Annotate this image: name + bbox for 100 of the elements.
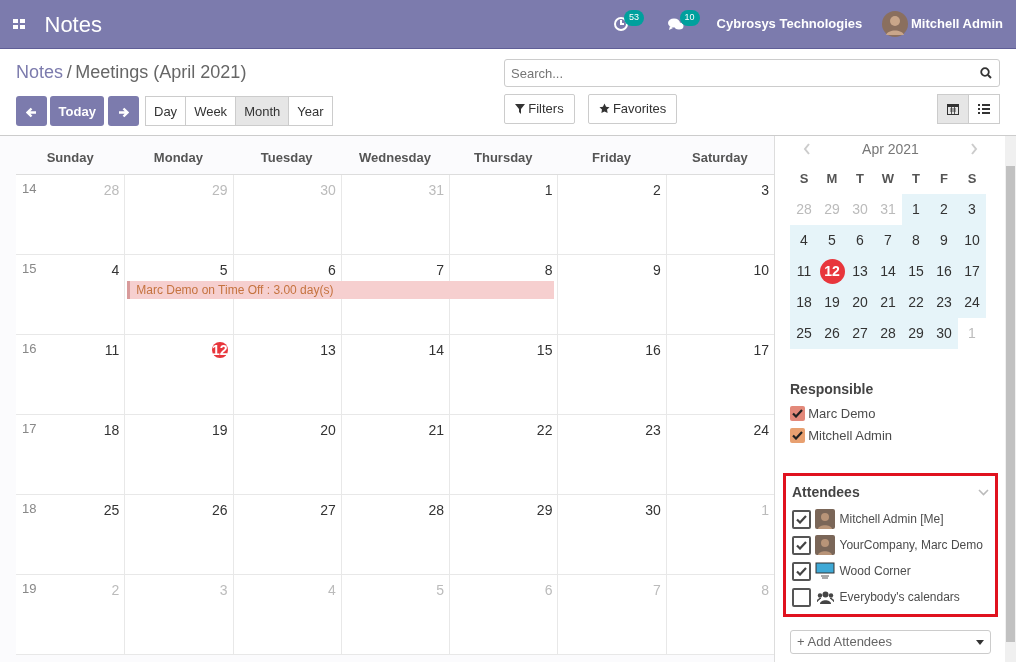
mini-day[interactable]: 27 [846, 317, 874, 349]
day-number: 15 [536, 342, 553, 358]
week-number: 15 [22, 260, 37, 278]
scale-tab[interactable]: Week [185, 96, 237, 127]
color-checkbox[interactable] [790, 406, 805, 422]
day-number: 31 [428, 182, 445, 198]
activity-clock-icon[interactable] [614, 17, 629, 31]
day-number: 3 [761, 182, 769, 198]
search-field[interactable]: Search... [504, 59, 1000, 87]
scrollbar[interactable] [1005, 136, 1016, 662]
mini-day[interactable]: 8 [902, 224, 930, 256]
filters-button[interactable]: Filters [504, 93, 575, 124]
monitor-icon [815, 562, 836, 580]
mini-day[interactable]: 20 [846, 286, 874, 318]
mini-day[interactable]: 13 [846, 255, 874, 287]
day-number: 18 [103, 422, 120, 438]
filter-label: Marc Demo [808, 405, 876, 423]
mini-day[interactable]: 5 [818, 224, 846, 256]
weekday-header: Sunday [45, 149, 95, 167]
favorites-button[interactable]: Favorites [587, 93, 678, 124]
day-number: 29 [536, 502, 553, 518]
mini-day[interactable]: 7 [874, 224, 902, 256]
day-number: 21 [428, 422, 445, 438]
mini-day[interactable]: 19 [818, 286, 846, 318]
day-number: 1 [761, 502, 769, 518]
weekday-header: Friday [591, 149, 633, 167]
attendee-name: Wood Corner [839, 563, 911, 580]
mini-day[interactable]: 17 [958, 255, 986, 287]
weekday-initial: T [911, 169, 921, 188]
today-button[interactable]: Today [50, 96, 105, 127]
mini-day[interactable]: 21 [874, 286, 902, 318]
mini-day[interactable]: 10 [958, 224, 986, 256]
section-title: Attendees [792, 482, 860, 502]
mini-day[interactable]: 3 [958, 193, 986, 225]
mini-day[interactable]: 26 [818, 317, 846, 349]
day-number: 1 [544, 182, 553, 198]
user-name[interactable]: Mitchell Admin [911, 14, 1003, 34]
day-number: 9 [652, 262, 661, 278]
mini-day[interactable]: 28 [874, 317, 902, 349]
day-cell[interactable]: 5 [124, 255, 233, 281]
mini-day[interactable]: 24 [958, 286, 986, 318]
breadcrumb-current: Meetings (April 2021) [75, 62, 247, 82]
weekday-initial: S [966, 169, 978, 188]
day-number: 27 [320, 502, 336, 518]
scale-tab[interactable]: Year [288, 96, 333, 127]
checkbox[interactable] [792, 535, 811, 555]
day-number: 23 [645, 422, 661, 438]
day-number: 5 [219, 262, 228, 278]
star-icon [598, 103, 610, 114]
mini-day[interactable]: 30 [930, 317, 958, 349]
mini-day[interactable]: 22 [902, 286, 930, 318]
breadcrumb-link[interactable]: Notes [16, 62, 64, 82]
scale-tab[interactable]: Month [235, 96, 290, 127]
calendar-view-button[interactable] [937, 93, 969, 124]
mini-day[interactable]: 4 [790, 224, 818, 256]
mini-day[interactable]: 2 [930, 193, 958, 225]
day-number: 17 [753, 342, 769, 358]
day-number: 2 [652, 182, 661, 198]
caret-icon [976, 639, 984, 645]
select-placeholder: + Add Attendees [797, 633, 893, 652]
app-title[interactable]: Notes [44, 7, 102, 41]
selected-day[interactable]: 12 [819, 258, 845, 284]
mini-day[interactable]: 18 [790, 286, 818, 318]
scale-tab[interactable]: Day [145, 96, 187, 127]
list-view-button[interactable] [968, 93, 1000, 124]
day-number: 25 [103, 502, 120, 518]
weekday-header: Saturday [691, 149, 749, 167]
right-arrow-icon [117, 106, 129, 118]
attendee-name: Everybody's calendars [839, 589, 960, 606]
user-avatar[interactable] [881, 11, 908, 37]
day-number: 7 [436, 262, 445, 278]
add-attendees-select[interactable]: + Add Attendees [790, 630, 991, 654]
checkbox[interactable] [792, 561, 811, 581]
checkbox[interactable] [792, 587, 811, 607]
checkbox[interactable] [792, 509, 811, 529]
mini-day[interactable]: 6 [846, 224, 874, 256]
chat-bubbles-icon[interactable] [667, 17, 684, 31]
previous-button[interactable] [16, 96, 47, 127]
check-icon [792, 431, 803, 441]
breadcrumb-separator: / [66, 62, 72, 82]
mini-day[interactable]: 25 [790, 317, 818, 349]
weekday-header: Thursday [473, 149, 534, 167]
mini-day[interactable]: 16 [930, 255, 958, 287]
mini-day[interactable]: 29 [902, 317, 930, 349]
apps-menu-icon[interactable] [13, 19, 25, 29]
mini-day[interactable]: 23 [930, 286, 958, 318]
day-cell[interactable]: 6 [232, 255, 341, 281]
check-icon [792, 409, 803, 419]
mini-day[interactable]: 15 [902, 255, 930, 287]
day-number: 19 [212, 422, 228, 438]
search-icon[interactable] [980, 67, 992, 79]
color-checkbox[interactable] [790, 428, 805, 444]
weekday-header: Wednesday [358, 149, 432, 167]
mini-day[interactable]: 9 [930, 224, 958, 256]
mini-day[interactable]: 1 [902, 193, 930, 225]
mini-day[interactable]: 14 [874, 255, 902, 287]
company-name[interactable]: Cybrosys Technologies [716, 14, 863, 34]
next-button[interactable] [107, 96, 139, 127]
activity-count: 53 [624, 10, 645, 26]
mini-day[interactable]: 11 [790, 255, 818, 287]
